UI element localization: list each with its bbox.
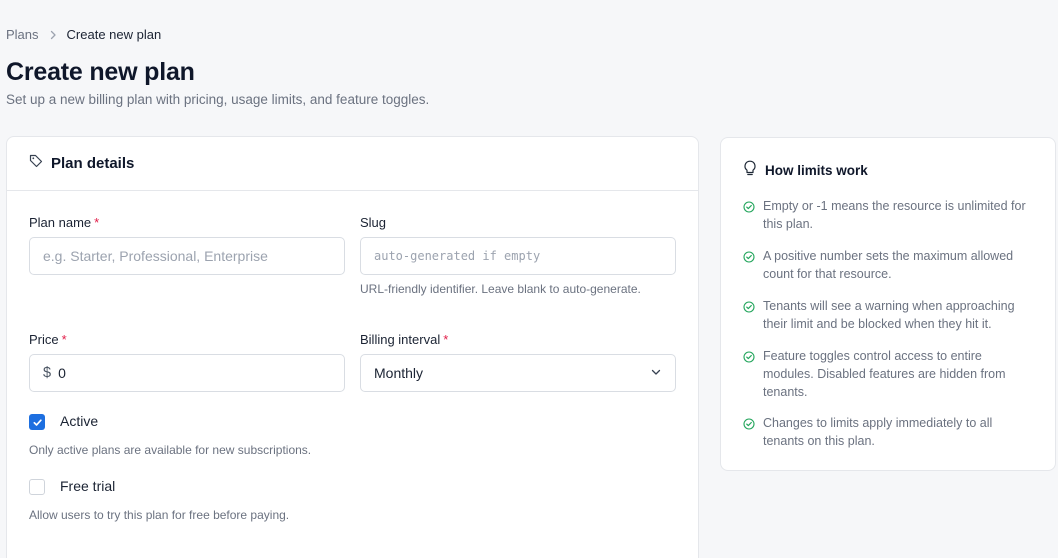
active-checkbox[interactable] [29, 414, 45, 430]
check-circle-icon [743, 250, 755, 283]
chevron-down-icon [650, 365, 662, 381]
check-circle-icon [743, 417, 755, 450]
breadcrumb: Plans Create new plan [6, 27, 161, 42]
free-trial-label[interactable]: Free trial [60, 478, 115, 494]
plan-name-input[interactable] [43, 248, 331, 264]
breadcrumb-plans-link[interactable]: Plans [6, 27, 39, 42]
tag-icon [29, 154, 43, 173]
dollar-prefix: $ [43, 365, 52, 381]
limits-tip: Feature toggles control access to entire… [743, 347, 1033, 401]
free-trial-checkbox[interactable] [29, 479, 45, 495]
plan-details-title: Plan details [51, 155, 135, 172]
limits-info-panel: How limits work Empty or -1 means the re… [720, 137, 1056, 471]
billing-interval-value: Monthly [374, 365, 424, 381]
slug-help-text: URL-friendly identifier. Leave blank to … [360, 282, 641, 296]
limits-tip: Empty or -1 means the resource is unlimi… [743, 197, 1033, 233]
plan-details-card: Plan details Plan name* Slug URL-friendl… [6, 136, 699, 558]
price-field[interactable]: $ [29, 354, 345, 392]
required-mark: * [443, 332, 449, 347]
page-subtitle: Set up a new billing plan with pricing, … [6, 92, 430, 107]
limits-tip-text: Changes to limits apply immediately to a… [763, 416, 993, 448]
check-circle-icon [743, 300, 755, 333]
limits-info-title: How limits work [765, 162, 868, 178]
limits-tip-text: Empty or -1 means the resource is unlimi… [763, 199, 1026, 231]
price-label-text: Price [29, 332, 59, 347]
plan-name-label-text: Plan name [29, 215, 92, 230]
price-input[interactable] [58, 365, 331, 381]
limits-tip-text: A positive number sets the maximum allow… [763, 249, 1014, 281]
limits-tip-text: Feature toggles control access to entire… [763, 349, 1006, 399]
slug-input[interactable] [374, 249, 662, 263]
active-help-text: Only active plans are available for new … [29, 443, 312, 457]
page-title: Create new plan [6, 58, 195, 86]
chevron-right-icon [47, 29, 59, 41]
breadcrumb-current: Create new plan [66, 27, 162, 42]
lightbulb-icon [743, 160, 757, 180]
required-mark: * [61, 332, 67, 347]
limits-tip: Tenants will see a warning when approach… [743, 297, 1033, 333]
limits-tip-text: Tenants will see a warning when approach… [763, 299, 1015, 331]
check-circle-icon [743, 350, 755, 401]
limits-info-header: How limits work [743, 160, 868, 180]
check-icon [32, 418, 42, 426]
slug-label: Slug [360, 215, 387, 230]
required-mark: * [94, 215, 100, 230]
plan-details-header: Plan details [7, 137, 698, 191]
price-label: Price * [29, 332, 67, 347]
slug-field[interactable] [360, 237, 676, 275]
active-label[interactable]: Active [60, 413, 98, 429]
plan-name-field[interactable] [29, 237, 345, 275]
billing-interval-select[interactable]: Monthly [360, 354, 676, 392]
check-circle-icon [743, 200, 755, 233]
limits-tip: Changes to limits apply immediately to a… [743, 414, 1033, 450]
billing-interval-label-text: Billing interval [360, 332, 441, 347]
limits-tip: A positive number sets the maximum allow… [743, 247, 1033, 283]
free-trial-help-text: Allow users to try this plan for free be… [29, 508, 290, 522]
billing-interval-label: Billing interval * [360, 332, 448, 347]
plan-name-label: Plan name * [29, 215, 99, 230]
